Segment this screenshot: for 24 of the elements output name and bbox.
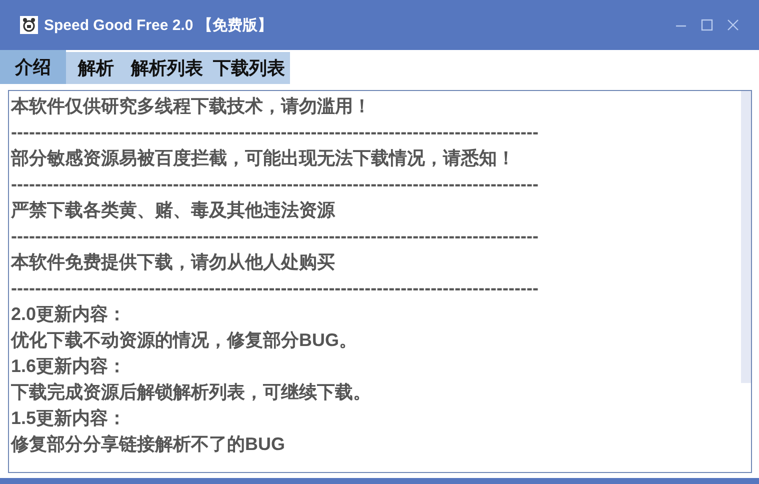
tab[interactable]: 解析列表 [119,52,208,84]
app-icon [20,16,38,34]
scrollbar-thumb[interactable] [741,91,751,383]
minimize-icon [676,25,686,27]
text-line: 优化下载不动资源的情况，修复部分BUG。 [11,329,357,352]
text-line: 修复部分分享链接解析不了的BUG [11,433,285,456]
text-line: 部分敏感资源易被百度拦截，可能出现无法下载情况，请悉知！ [11,147,515,170]
text-line: 本软件免费提供下载，请勿从他人处购买 [11,251,335,274]
separator-line: ---------------------------------------------------------------------------------------- [11,121,538,144]
close-button[interactable] [727,19,739,31]
separator-line: ---------------------------------------------------------------------------------------- [11,277,538,300]
text-line: 2.0更新内容： [11,303,126,326]
text-line: 1.5更新内容： [11,407,126,430]
text-line: 严禁下载各类黄、赌、毒及其他违法资源 [11,199,335,222]
maximize-button[interactable] [701,19,713,31]
text-line: 1.6更新内容： [11,355,126,378]
tab[interactable]: 介绍 [0,50,66,84]
separator-line: ---------------------------------------------------------------------------------------- [11,173,538,196]
window-title: Speed Good Free 2.0 【免费版】 [44,16,274,34]
separator-line: ---------------------------------------------------------------------------------------- [11,225,538,248]
text-line: 下载完成资源后解锁解析列表，可继续下载。 [11,381,371,404]
tab[interactable]: 下载列表 [208,52,290,84]
text-line: 本软件仅供研究多线程下载技术，请勿滥用！ [11,95,371,118]
tab[interactable]: 解析 [66,52,119,84]
